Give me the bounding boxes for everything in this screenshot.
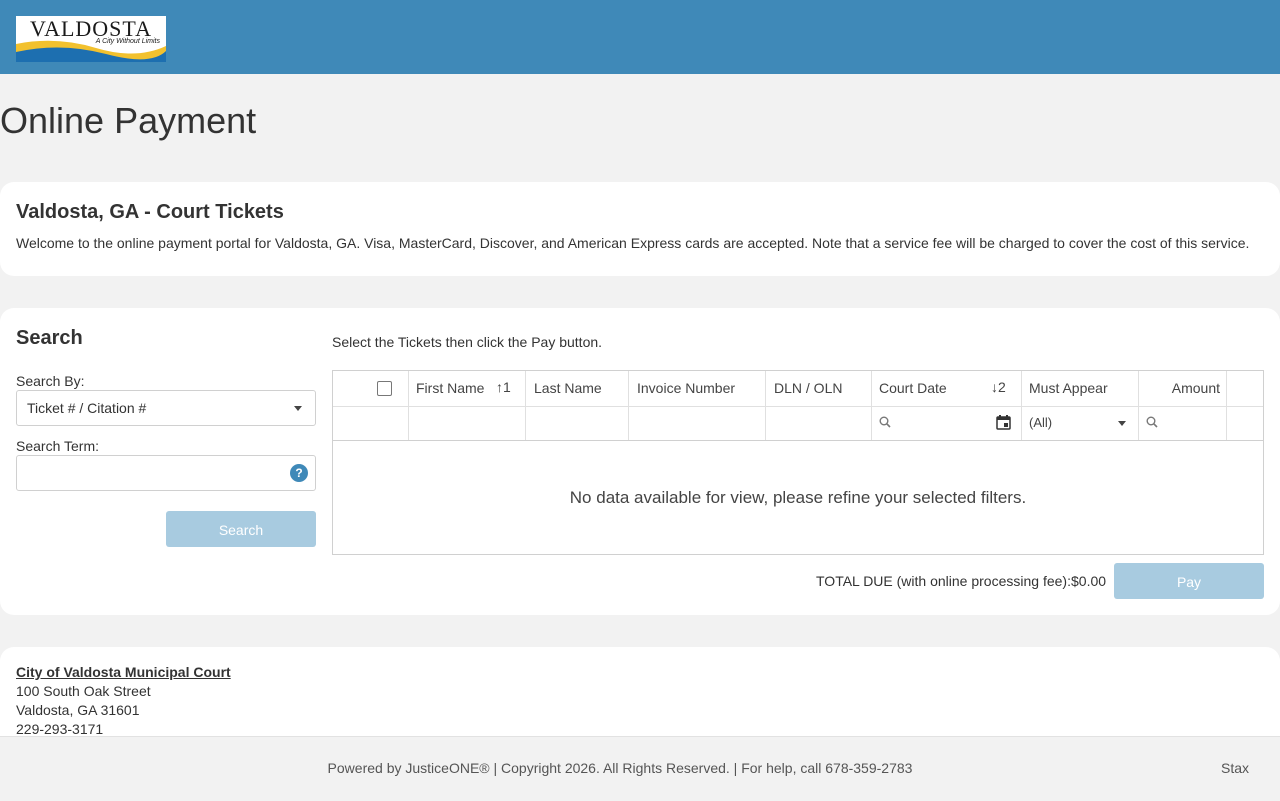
filter-must-appear[interactable]: (All) [1022, 406, 1139, 440]
sort-descending-icon: ↓2 [991, 379, 1006, 395]
search-term-label: Search Term: [16, 438, 99, 454]
filter-last-name[interactable] [526, 406, 629, 440]
filter-cell [333, 406, 409, 440]
search-button[interactable]: Search [166, 511, 316, 547]
valdosta-logo[interactable]: VALDOSTA A City Without Limits [16, 16, 166, 62]
grid-header-row: First Name ↑1 Last Name Invoice Number D… [333, 371, 1263, 407]
tickets-grid: First Name ↑1 Last Name Invoice Number D… [332, 370, 1264, 555]
court-address-block: City of Valdosta Municipal Court [16, 663, 231, 682]
total-due-label: TOTAL DUE (with online processing fee): [816, 573, 1071, 589]
column-label: Must Appear [1029, 380, 1108, 396]
column-label: Invoice Number [637, 380, 736, 396]
sort-ascending-icon: ↑1 [496, 379, 511, 395]
footer-text: Powered by JusticeONE® | Copyright 2026.… [327, 760, 913, 776]
search-by-select[interactable]: Ticket # / Citation # [16, 390, 316, 426]
must-appear-filter-value: (All) [1029, 415, 1053, 430]
intro-title: Valdosta, GA - Court Tickets [16, 201, 284, 223]
filter-court-date[interactable] [872, 406, 1022, 440]
caret-down-icon [1118, 421, 1126, 426]
site-header: VALDOSTA A City Without Limits [0, 0, 1280, 74]
column-spacer [1227, 371, 1263, 406]
column-label: Amount [1171, 380, 1220, 396]
filter-spacer [1227, 406, 1263, 440]
caret-down-icon [294, 406, 302, 411]
column-last-name[interactable]: Last Name [526, 371, 629, 406]
column-must-appear[interactable]: Must Appear [1022, 371, 1139, 406]
page-title: Online Payment [0, 100, 257, 141]
column-court-date[interactable]: Court Date ↓2 [872, 371, 1022, 406]
search-term-input[interactable]: ? [16, 455, 316, 491]
search-title: Search [16, 327, 83, 349]
footer-stax-link[interactable]: Stax [1221, 760, 1249, 776]
search-by-label: Search By: [16, 373, 85, 389]
intro-card [0, 182, 1280, 276]
search-icon [879, 416, 891, 428]
site-footer: Powered by JusticeONE® | Copyright 2026.… [0, 736, 1280, 801]
select-all-checkbox[interactable] [377, 381, 392, 396]
court-name-link[interactable]: City of Valdosta Municipal Court [16, 664, 231, 680]
total-due-value: $0.00 [1071, 573, 1107, 589]
search-icon [1146, 416, 1158, 428]
calendar-icon[interactable] [996, 415, 1011, 430]
intro-text: Welcome to the online payment portal for… [16, 235, 1250, 251]
grid-instruction: Select the Tickets then click the Pay bu… [332, 334, 603, 350]
filter-dln-oln[interactable] [766, 406, 872, 440]
column-first-name[interactable]: First Name ↑1 [409, 371, 526, 406]
filter-invoice-number[interactable] [629, 406, 766, 440]
filter-amount[interactable] [1139, 406, 1227, 440]
column-invoice-number[interactable]: Invoice Number [629, 371, 766, 406]
column-label: Court Date [879, 380, 947, 396]
select-all-column [333, 371, 409, 406]
column-label: First Name [416, 380, 485, 396]
column-label: DLN / OLN [774, 380, 843, 396]
court-city: Valdosta, GA 31601 [16, 702, 140, 718]
column-dln-oln[interactable]: DLN / OLN [766, 371, 872, 406]
filter-first-name[interactable] [409, 406, 526, 440]
column-label: Last Name [534, 380, 602, 396]
grid-filter-row: (All) [333, 406, 1263, 441]
column-amount[interactable]: Amount [1139, 371, 1227, 406]
pay-button[interactable]: Pay [1114, 563, 1264, 599]
court-street: 100 South Oak Street [16, 683, 151, 699]
help-icon[interactable]: ? [290, 464, 308, 482]
search-by-value: Ticket # / Citation # [27, 400, 147, 416]
logo-tagline: A City Without Limits [95, 38, 160, 45]
empty-grid-message: No data available for view, please refin… [569, 488, 1027, 507]
